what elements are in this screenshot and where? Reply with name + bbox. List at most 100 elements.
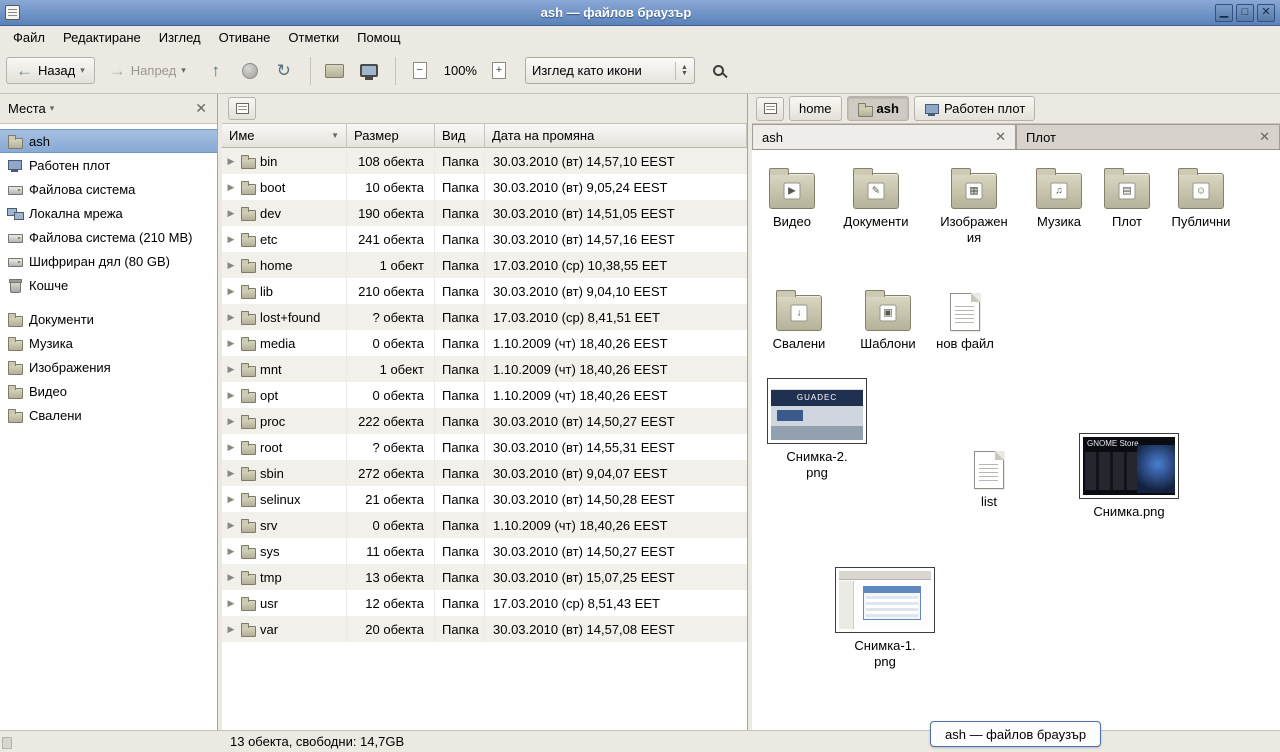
- icon-item-snimka2[interactable]: GUADEC Снимка-2. png: [765, 378, 869, 480]
- sidebar-item[interactable]: Файлова система: [0, 177, 217, 201]
- tab-plot[interactable]: Плот ✕: [1016, 124, 1280, 149]
- close-sidebar-icon[interactable]: ✕: [193, 100, 209, 117]
- expander-icon[interactable]: ▶: [226, 234, 236, 245]
- breadcrumb-root-button[interactable]: [756, 97, 784, 121]
- stop-button[interactable]: [234, 55, 266, 87]
- column-header-name[interactable]: Име ▼: [222, 124, 347, 148]
- table-row[interactable]: ▶ etc 241 обекта Папка 30.03.2010 (вт) 1…: [222, 226, 747, 252]
- column-header-date[interactable]: Дата на промяна: [485, 124, 747, 148]
- expander-icon[interactable]: ▶: [226, 520, 236, 531]
- table-row[interactable]: ▶ lost+found ? обекта Папка 17.03.2010 (…: [222, 304, 747, 330]
- table-row[interactable]: ▶ sbin 272 обекта Папка 30.03.2010 (вт) …: [222, 460, 747, 486]
- table-row[interactable]: ▶ usr 12 обекта Папка 17.03.2010 (ср) 8,…: [222, 590, 747, 616]
- expander-icon[interactable]: ▶: [226, 416, 236, 427]
- table-row[interactable]: ▶ sys 11 обекта Папка 30.03.2010 (вт) 14…: [222, 538, 747, 564]
- view-mode-select[interactable]: Изглед като икони ▲▼: [525, 57, 695, 84]
- breadcrumb-desktop[interactable]: Работен плот: [914, 96, 1035, 121]
- menu-item[interactable]: Помощ: [348, 28, 409, 47]
- close-tab-icon[interactable]: ✕: [995, 129, 1006, 145]
- computer-button[interactable]: [353, 55, 385, 87]
- expander-icon[interactable]: ▶: [226, 286, 236, 297]
- resize-grip[interactable]: [2, 737, 12, 749]
- sidebar-item[interactable]: Видео: [0, 379, 217, 403]
- sidebar-item[interactable]: Шифриран дял (80 GB): [0, 249, 217, 273]
- breadcrumb-home[interactable]: home: [789, 96, 842, 121]
- table-row[interactable]: ▶ lib 210 обекта Папка 30.03.2010 (вт) 9…: [222, 278, 747, 304]
- sidebar-item[interactable]: Свалени: [0, 403, 217, 427]
- sidebar-item[interactable]: Кошче: [0, 273, 217, 297]
- sidebar-item[interactable]: Документи: [0, 307, 217, 331]
- sidebar-item[interactable]: Изображения: [0, 355, 217, 379]
- minimize-button[interactable]: ▁: [1215, 4, 1233, 22]
- expander-icon[interactable]: ▶: [226, 572, 236, 583]
- table-row[interactable]: ▶ tmp 13 обекта Папка 30.03.2010 (вт) 15…: [222, 564, 747, 590]
- expander-icon[interactable]: ▶: [226, 494, 236, 505]
- expander-icon[interactable]: ▶: [226, 442, 236, 453]
- expander-icon[interactable]: ▶: [226, 182, 236, 193]
- table-row[interactable]: ▶ boot 10 обекта Папка 30.03.2010 (вт) 9…: [222, 174, 747, 200]
- zoom-in-button[interactable]: +: [483, 55, 515, 87]
- home-folder-button[interactable]: [319, 55, 351, 87]
- up-button[interactable]: ↑: [200, 55, 232, 87]
- table-row[interactable]: ▶ mnt 1 обект Папка 1.10.2009 (чт) 18,40…: [222, 356, 747, 382]
- icon-item-public[interactable]: ☺ Публични: [1163, 168, 1239, 230]
- icon-item-video[interactable]: ▶ Видео: [754, 168, 830, 230]
- close-tab-icon[interactable]: ✕: [1259, 129, 1270, 145]
- column-header-type[interactable]: Вид: [435, 124, 485, 148]
- chevron-down-icon[interactable]: ▾: [50, 103, 55, 114]
- zoom-out-button[interactable]: −: [404, 55, 436, 87]
- icon-item-images[interactable]: ▦ Изображен ия: [936, 168, 1012, 245]
- icon-item-music[interactable]: ♫ Музика: [1021, 168, 1097, 230]
- chevron-down-icon[interactable]: ▾: [80, 65, 85, 76]
- expander-icon[interactable]: ▶: [226, 260, 236, 271]
- expander-icon[interactable]: ▶: [226, 364, 236, 375]
- sidebar-item[interactable]: Локална мрежа: [0, 201, 217, 225]
- table-row[interactable]: ▶ selinux 21 обекта Папка 30.03.2010 (вт…: [222, 486, 747, 512]
- menu-item[interactable]: Отиване: [210, 28, 280, 47]
- sidebar-item[interactable]: Музика: [0, 331, 217, 355]
- menu-item[interactable]: Файл: [4, 28, 54, 47]
- table-row[interactable]: ▶ opt 0 обекта Папка 1.10.2009 (чт) 18,4…: [222, 382, 747, 408]
- places-title[interactable]: Места: [8, 101, 46, 116]
- menu-item[interactable]: Редактиране: [54, 28, 150, 47]
- pane-view-button[interactable]: [228, 97, 256, 120]
- close-button[interactable]: ✕: [1257, 4, 1275, 22]
- icon-item-downloads[interactable]: ↓ Свалени: [761, 290, 837, 352]
- icon-item-snimka1[interactable]: Снимка-1. png: [833, 567, 937, 669]
- expander-icon[interactable]: ▶: [226, 156, 236, 167]
- table-row[interactable]: ▶ root ? обекта Папка 30.03.2010 (вт) 14…: [222, 434, 747, 460]
- back-button[interactable]: ← Назад ▾: [6, 57, 95, 84]
- expander-icon[interactable]: ▶: [226, 208, 236, 219]
- expander-icon[interactable]: ▶: [226, 338, 236, 349]
- table-row[interactable]: ▶ home 1 обект Папка 17.03.2010 (ср) 10,…: [222, 252, 747, 278]
- icon-item-snimka[interactable]: GNOME Store Снимка.png: [1077, 433, 1181, 520]
- sidebar-item[interactable]: Работен плот: [0, 153, 217, 177]
- taskbar-window-button[interactable]: ash — файлов браузър: [930, 721, 1101, 747]
- expander-icon[interactable]: ▶: [226, 390, 236, 401]
- sidebar-item[interactable]: Файлова система (210 MB): [0, 225, 217, 249]
- sidebar-item[interactable]: ash: [0, 129, 217, 153]
- menu-item[interactable]: Изглед: [150, 28, 210, 47]
- forward-button[interactable]: → Напред ▾: [99, 57, 196, 84]
- reload-button[interactable]: ↻: [268, 55, 300, 87]
- expander-icon[interactable]: ▶: [226, 312, 236, 323]
- table-row[interactable]: ▶ dev 190 обекта Папка 30.03.2010 (вт) 1…: [222, 200, 747, 226]
- icon-item-desktop[interactable]: ▤ Плот: [1089, 168, 1165, 230]
- icon-item-list[interactable]: list: [951, 448, 1027, 510]
- search-button[interactable]: [703, 55, 735, 87]
- breadcrumb-ash[interactable]: ash: [847, 96, 909, 121]
- menu-item[interactable]: Отметки: [279, 28, 348, 47]
- expander-icon[interactable]: ▶: [226, 468, 236, 479]
- maximize-button[interactable]: □: [1236, 4, 1254, 22]
- tab-ash[interactable]: ash ✕: [752, 124, 1016, 149]
- table-row[interactable]: ▶ proc 222 обекта Папка 30.03.2010 (вт) …: [222, 408, 747, 434]
- icon-item-documents[interactable]: ✎ Документи: [838, 168, 914, 230]
- table-row[interactable]: ▶ srv 0 обекта Папка 1.10.2009 (чт) 18,4…: [222, 512, 747, 538]
- icon-item-new-file[interactable]: нов файл: [927, 290, 1003, 352]
- expander-icon[interactable]: ▶: [226, 598, 236, 609]
- table-row[interactable]: ▶ var 20 обекта Папка 30.03.2010 (вт) 14…: [222, 616, 747, 642]
- column-header-size[interactable]: Размер: [347, 124, 435, 148]
- expander-icon[interactable]: ▶: [226, 624, 236, 635]
- icon-item-templates[interactable]: ▣ Шаблони: [850, 290, 926, 352]
- table-row[interactable]: ▶ bin 108 обекта Папка 30.03.2010 (вт) 1…: [222, 148, 747, 174]
